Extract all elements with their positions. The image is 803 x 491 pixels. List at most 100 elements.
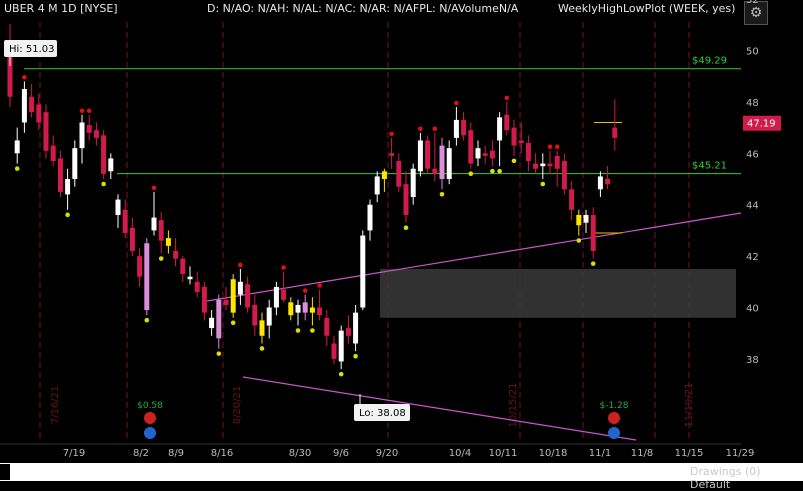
candle [547, 150, 553, 174]
candle-body [547, 163, 553, 167]
pivot-high-dot [281, 265, 286, 270]
candle-body [187, 276, 193, 280]
pivot-high-dot [547, 144, 553, 150]
bar-edge [0, 464, 10, 480]
candle [36, 94, 42, 131]
candle-body [461, 119, 467, 136]
candle-body [201, 286, 207, 313]
candle [72, 140, 78, 187]
pivot-high-dot [454, 100, 459, 106]
candle-body [576, 214, 582, 226]
candle [338, 325, 344, 370]
candle [432, 132, 438, 182]
candle-body [50, 145, 56, 162]
candle-body [561, 161, 567, 190]
pivot-low-dot [338, 371, 344, 377]
candle [187, 266, 193, 285]
candle [381, 168, 387, 192]
pivot-low-dot [310, 328, 315, 333]
candle [302, 294, 308, 321]
candle-body [453, 119, 459, 138]
earnings-value-label: $0.58 [137, 401, 163, 411]
candle [583, 209, 589, 233]
candle-body [101, 135, 107, 174]
candle [425, 135, 431, 174]
candle [237, 268, 243, 305]
y-tick-label: 42 [746, 252, 759, 263]
x-tick-label: 11/1 [589, 448, 611, 459]
candle-body [331, 343, 337, 359]
drawings-bar: Drawings (0) Default [0, 463, 803, 491]
pivot-high-dot [79, 108, 85, 114]
vertical-date-label: 8/20/21 [232, 386, 243, 425]
candle-body [381, 171, 387, 179]
pivot-high-dot [504, 95, 510, 101]
candle [151, 191, 157, 236]
pivot-high-dot [86, 108, 92, 114]
x-tick-label: 9/20 [376, 448, 398, 459]
drawings-placeholder[interactable]: Drawings (0) Default [690, 465, 803, 491]
candle-body [29, 96, 35, 113]
candle [14, 127, 20, 164]
candle [194, 271, 200, 298]
candle-body [489, 150, 495, 159]
candle-body [252, 304, 258, 326]
x-tick-label: 11/8 [631, 448, 653, 459]
candle-body [273, 286, 279, 308]
candle-body [223, 299, 229, 305]
candle [345, 315, 351, 344]
candle-body [245, 284, 251, 308]
candle-body [194, 281, 200, 293]
candle [173, 238, 179, 267]
candle-body [295, 304, 301, 313]
price-chart[interactable]: 7/16/21 8/20/21 10/15/21 11/19/21$49.29$45.… [0, 0, 803, 481]
x-tick-label: 11/29 [726, 448, 755, 459]
candle-body [259, 320, 265, 336]
candle [525, 135, 531, 172]
candle-body [504, 114, 510, 131]
lower-trend-line [242, 376, 637, 441]
low-callout-label: Lo: 38.08 [359, 408, 406, 419]
candle-body [533, 163, 539, 169]
candle-body [108, 158, 114, 172]
candle-body [144, 243, 150, 311]
pivot-high-dot [151, 185, 157, 191]
pivot-high-dot [432, 126, 438, 132]
candle [461, 112, 467, 141]
candle [57, 150, 63, 197]
candle-body [367, 204, 373, 231]
candle-body [345, 328, 351, 336]
candle [165, 230, 171, 254]
candle-body [122, 209, 128, 233]
candle-body [288, 302, 294, 316]
candle [576, 209, 582, 236]
candle [446, 140, 452, 185]
x-tick-label: 8/9 [168, 448, 184, 459]
candle-body [360, 235, 366, 308]
candle-body [165, 238, 171, 246]
candle-body [569, 189, 575, 210]
candle-body [540, 163, 546, 167]
y-tick-label: 52 [746, 0, 759, 6]
candle [43, 104, 49, 159]
candle-body [468, 130, 474, 164]
candle [417, 132, 423, 177]
candle [367, 199, 373, 241]
candle [475, 140, 481, 167]
x-tick-label: 8/2 [133, 448, 149, 459]
candle [439, 137, 445, 190]
candle-body [173, 250, 179, 259]
vertical-date-label: 7/16/21 [50, 386, 61, 425]
candle [101, 130, 107, 179]
candle [511, 119, 517, 156]
pivot-low-dot [439, 191, 445, 197]
candle-body [389, 153, 395, 156]
candle-body [324, 317, 330, 336]
candle [482, 145, 488, 164]
candle [396, 153, 402, 192]
candle-body [497, 117, 503, 141]
candle-body [511, 127, 517, 146]
level-label: $45.21 [692, 161, 727, 172]
candle-body [612, 127, 618, 138]
candle [360, 230, 366, 311]
